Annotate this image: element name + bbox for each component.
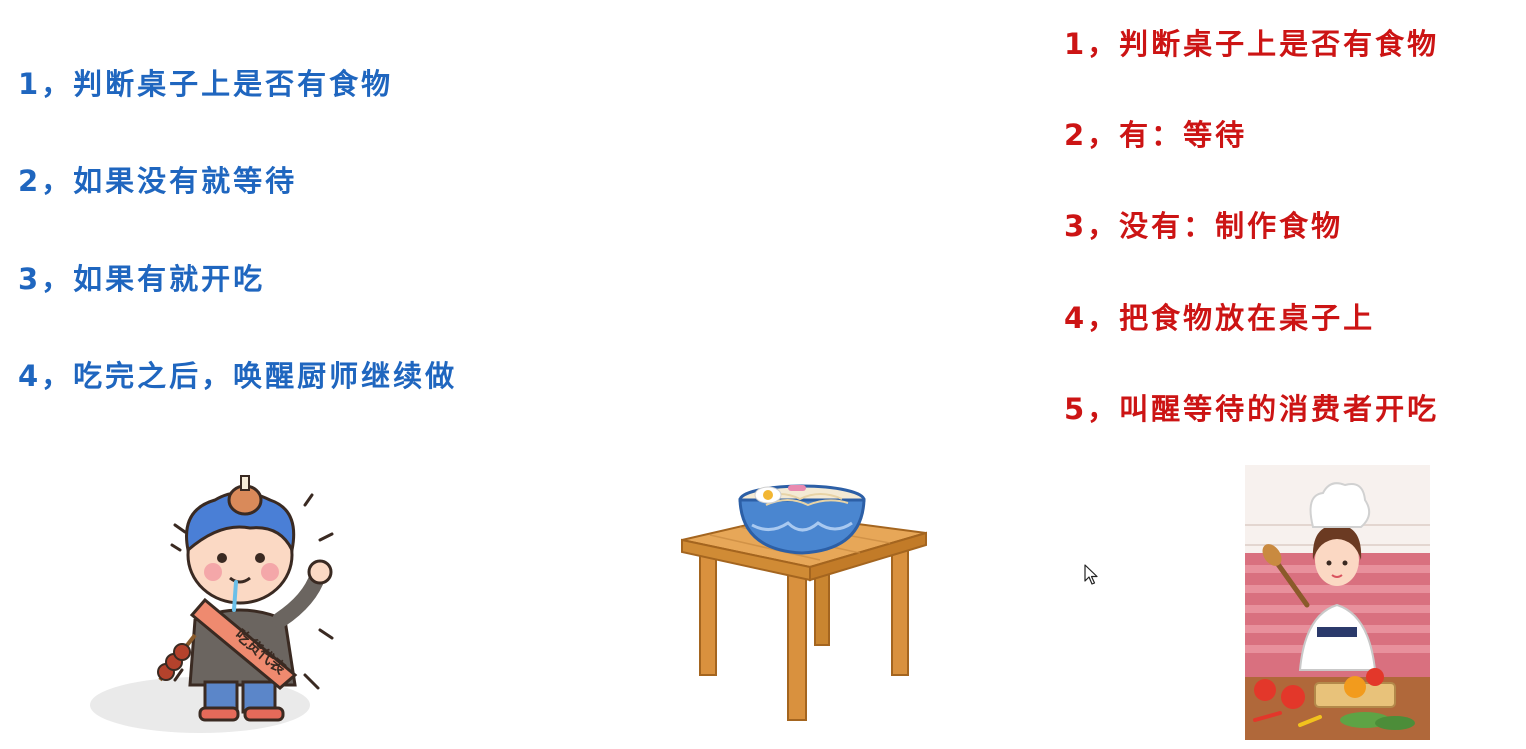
- mouse-pointer-icon: [1084, 564, 1098, 585]
- hungry-foodie-icon: 吃货代表: [90, 475, 334, 733]
- producer-step-5: 5，叫醒等待的消费者开吃: [1064, 392, 1440, 426]
- consumer-step-4: 4，吃完之后，唤醒厨师继续做: [18, 359, 458, 393]
- producer-step-3: 3，没有：制作食物: [1064, 209, 1344, 243]
- producer-step-2: 2，有：等待: [1064, 118, 1248, 152]
- producer-step-4: 4，把食物放在桌子上: [1064, 301, 1376, 335]
- consumer-step-1: 1，判断桌子上是否有食物: [18, 67, 394, 101]
- chef-icon: [1245, 465, 1430, 740]
- consumer-step-2: 2，如果没有就等待: [18, 164, 298, 198]
- producer-step-1: 1，判断桌子上是否有食物: [1064, 27, 1440, 61]
- table-with-noodle-bowl-icon: [681, 484, 927, 721]
- consumer-step-3: 3，如果有就开吃: [18, 262, 266, 296]
